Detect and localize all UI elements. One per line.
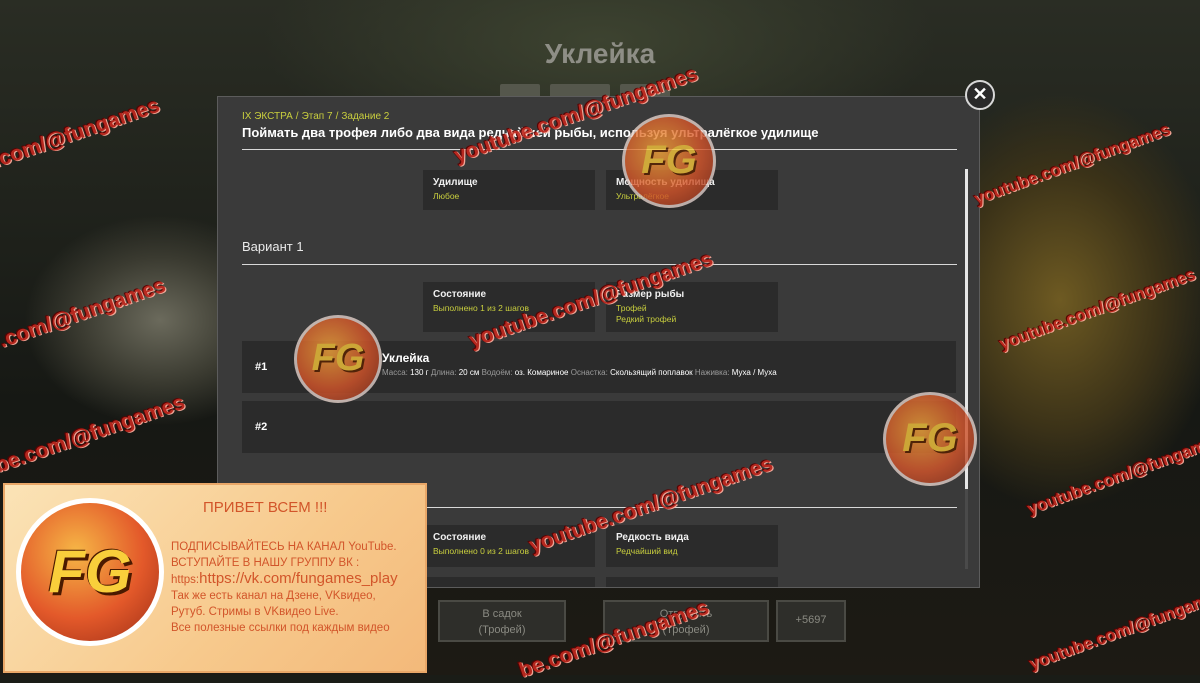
background-fish-title: Уклейка xyxy=(544,38,656,69)
slot-number: #2 xyxy=(255,421,268,433)
slot-number: #1 xyxy=(255,361,268,373)
vk-group-link[interactable]: https://vk.com/fungames_play xyxy=(199,570,397,587)
card-partial xyxy=(423,577,595,587)
fg-logo-watermark: FG xyxy=(883,392,977,486)
fish-name: Уклейка xyxy=(382,351,430,365)
card-value: Редчайший вид xyxy=(616,546,678,556)
breadcrumb: IX ЭКСТРА / Этап 7/Задание 2 xyxy=(242,111,390,122)
card-partial xyxy=(606,577,778,587)
breadcrumb-item[interactable]: IX ЭКСТРА xyxy=(242,111,293,122)
promo-text: ПОДПИСЫВАЙТЕСЬ НА КАНАЛ YouTube. ВСТУПАЙ… xyxy=(171,541,398,634)
card-value: Трофей Редкий трофей xyxy=(616,303,677,324)
promo-greeting: ПРИВЕТ ВСЕМ !!! xyxy=(203,499,328,516)
catch-slot-2[interactable]: #2 xyxy=(242,401,956,453)
card-value: Любое xyxy=(433,191,460,201)
close-button[interactable]: ✕ xyxy=(965,80,995,110)
divider xyxy=(242,264,957,265)
fish-details: Масса: 130 г Длина: 20 см Водоём: оз. Ко… xyxy=(382,368,777,377)
divider xyxy=(242,149,957,150)
rod-requirement-card: Удилище Любое xyxy=(423,170,595,210)
card-title: Удилище xyxy=(433,177,478,188)
breadcrumb-item: Задание 2 xyxy=(341,111,390,122)
coins-button[interactable]: +5697 xyxy=(776,600,846,642)
variant-heading: Вариант 1 xyxy=(242,239,304,254)
rarity-card: Редкость вида Редчайший вид xyxy=(606,525,778,567)
fg-channel-logo: FG xyxy=(16,498,164,646)
promo-banner: FG ПРИВЕТ ВСЕМ !!! ПОДПИСЫВАЙТЕСЬ НА КАН… xyxy=(3,483,427,673)
keep-fish-button[interactable]: В садок (Трофей) xyxy=(438,600,566,642)
fg-logo-watermark: FG xyxy=(622,114,716,208)
breadcrumb-item[interactable]: Этап 7 xyxy=(302,111,333,122)
fg-logo-watermark: FG xyxy=(294,315,382,403)
card-title: Редкость вида xyxy=(616,532,689,543)
